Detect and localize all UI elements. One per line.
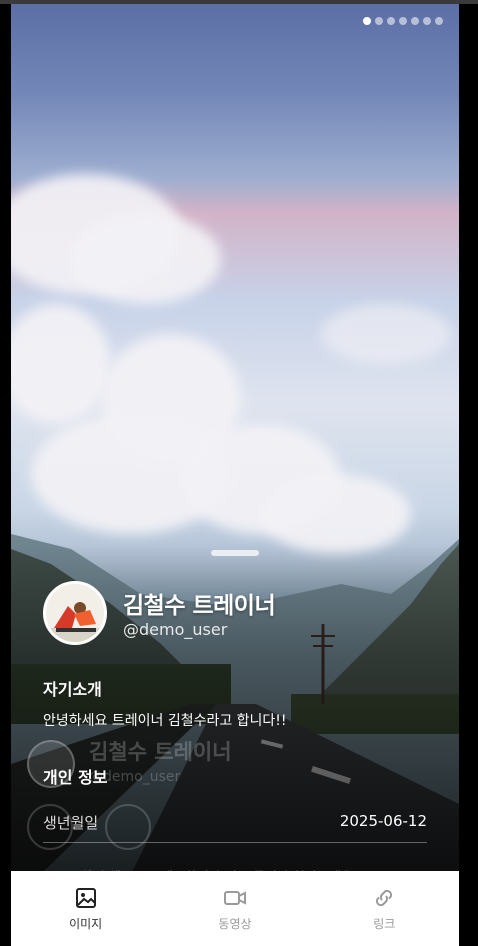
carousel-dot[interactable] bbox=[375, 17, 383, 25]
carousel-dot[interactable] bbox=[399, 17, 407, 25]
carousel-dot[interactable] bbox=[387, 17, 395, 25]
carousel-dot[interactable] bbox=[435, 17, 443, 25]
intro-title: 자기소개 bbox=[43, 680, 102, 699]
tab-images-label: 이미지 bbox=[69, 917, 103, 931]
video-icon bbox=[223, 891, 246, 905]
carousel-indicator bbox=[363, 17, 443, 25]
right-edge-bar bbox=[459, 4, 478, 946]
carousel-dot[interactable] bbox=[411, 17, 419, 25]
tab-links-label: 링크 bbox=[373, 917, 396, 931]
tab-videos[interactable]: 동영상 bbox=[160, 871, 309, 946]
info-divider bbox=[43, 842, 427, 843]
personal-info-title: 개인 정보 bbox=[43, 768, 108, 787]
carousel-dot[interactable] bbox=[363, 17, 371, 25]
ghost-profile-name: 김철수 트레이너 bbox=[89, 740, 232, 764]
avatar[interactable] bbox=[43, 581, 107, 645]
tab-links[interactable]: 링크 bbox=[310, 871, 459, 946]
ghost-next-button bbox=[105, 804, 151, 850]
birthdate-value: 2025-06-12 bbox=[339, 812, 427, 830]
profile-handle: @demo_user bbox=[123, 620, 228, 639]
intro-text: 안녕하세요 트레이너 김철수라고 합니다!! bbox=[43, 713, 287, 729]
birthdate-label: 생년월일 bbox=[43, 814, 99, 832]
drag-handle[interactable] bbox=[211, 550, 259, 556]
profile-name: 김철수 트레이너 bbox=[123, 593, 276, 619]
trainer-photo-icon bbox=[46, 584, 104, 642]
image-icon bbox=[75, 888, 96, 908]
profile-screen: 김철수 트레이너 @demo_user 와의 채드로 트레프찾지나 이로 금이나… bbox=[11, 4, 459, 946]
bottom-tab-bar: 이미지 동영상 링크 bbox=[11, 871, 459, 946]
tab-videos-label: 동영상 bbox=[218, 917, 252, 931]
tab-images[interactable]: 이미지 bbox=[11, 871, 160, 946]
carousel-dot[interactable] bbox=[423, 17, 431, 25]
link-icon bbox=[376, 889, 393, 907]
